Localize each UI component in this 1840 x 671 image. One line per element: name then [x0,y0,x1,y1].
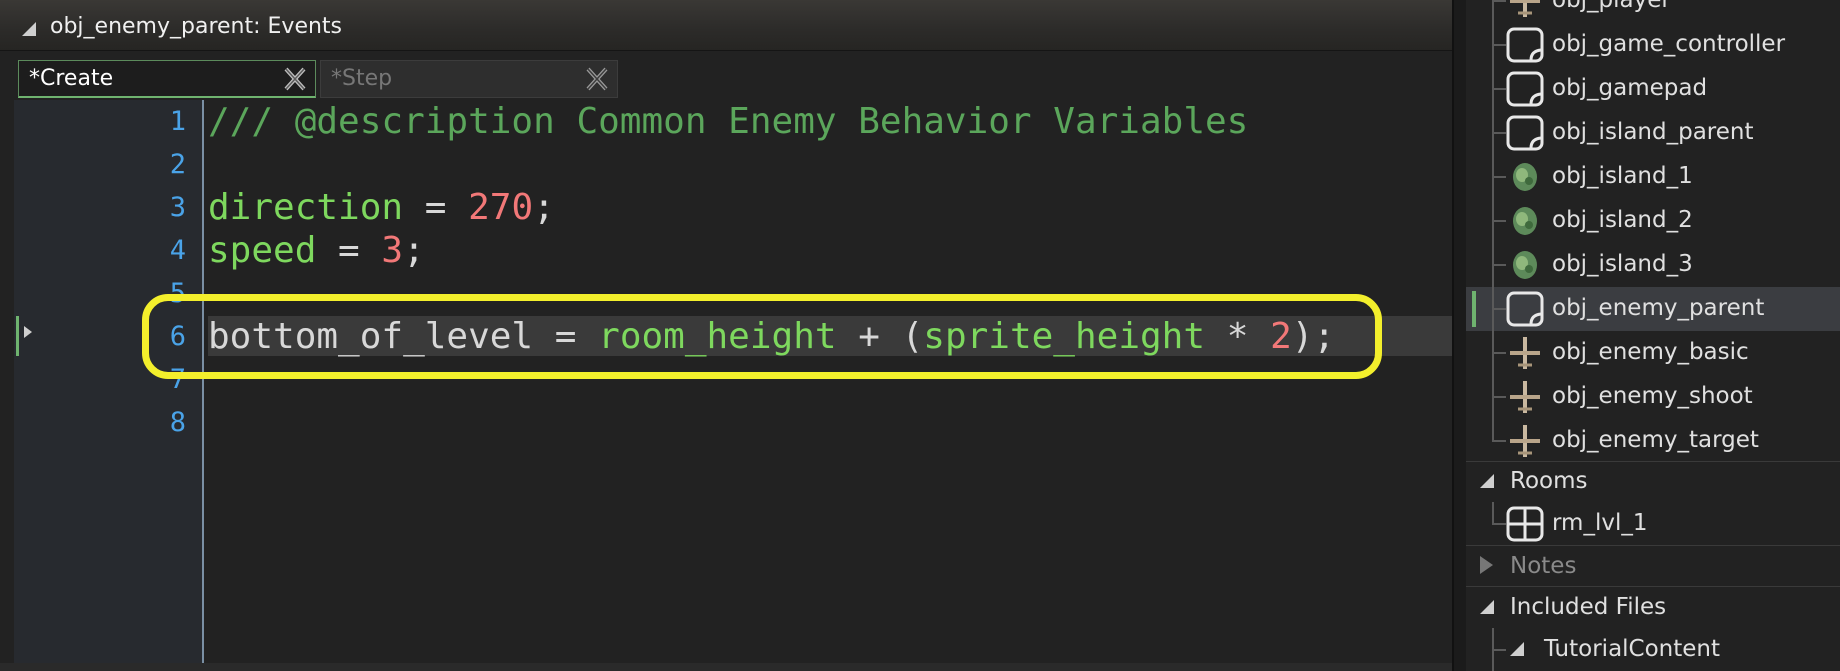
tree-item-label: obj_enemy_basic [1552,339,1749,365]
collapse-grip-icon[interactable] [22,22,36,36]
plane-sprite-icon [1510,381,1540,413]
island-sprite-icon [1513,163,1537,191]
code-token: ; [533,187,555,228]
line-number: 8 [169,407,186,438]
code-token: direction [208,187,404,228]
tree-connector [1492,176,1506,178]
tree-item-obj-enemy-shoot[interactable]: obj_enemy_shoot [1466,375,1840,419]
line-number: 4 [169,235,186,266]
tree-item-label: Notes [1510,553,1577,579]
code-token: speed [208,230,317,271]
tree-connector [1492,396,1506,398]
code-line: speed = 3; [208,229,425,273]
tree-item-label: obj_island_parent [1552,119,1754,145]
tree-item-label: obj_game_controller [1552,31,1786,57]
tree-group-tutorialcontent[interactable]: TutorialContent [1466,628,1840,671]
tree-item-obj-island-3[interactable]: obj_island_3 [1466,243,1840,287]
plane-sprite-icon [1510,0,1540,17]
tab-step-event[interactable]: *Step [320,60,618,98]
tree-connector [1492,132,1506,134]
tree-connector [1492,523,1506,525]
tree-item-label: obj_island_3 [1552,251,1693,277]
tab-label: *Step [331,66,393,91]
tree-item-label: obj_enemy_shoot [1552,383,1753,409]
tree-connector [1492,220,1506,222]
tree-item-obj-player[interactable]: obj_player [1466,0,1840,23]
tree-item-label: obj_player [1552,0,1671,13]
close-tab-icon[interactable] [583,64,611,94]
tree-item-label: obj_enemy_parent [1552,295,1765,321]
plane-sprite-icon [1510,337,1540,369]
tree-connector [1492,649,1506,651]
tree-connector [1492,419,1494,441]
event-tabs: *Create *Step [12,56,1442,98]
tree-item-rm-lvl-1[interactable]: rm_lvl_1 [1466,502,1840,546]
code-token: 3 [381,230,404,271]
tree-item-label: TutorialContent [1544,636,1721,662]
line-number: 3 [169,192,186,223]
editor-titlebar[interactable]: obj_enemy_parent: Events [0,0,1452,51]
tree-item-label: obj_enemy_target [1552,427,1759,453]
object-icon [1506,71,1544,107]
tab-label: *Create [29,66,114,91]
tree-item-obj-enemy-basic[interactable]: obj_enemy_basic [1466,331,1840,375]
room-icon [1506,506,1544,542]
annotation-highlight-box [142,294,1382,379]
tree-connector [1492,264,1506,266]
line-number-gutter: 12345678 [14,100,204,663]
tree-item-obj-island-1[interactable]: obj_island_1 [1466,155,1840,199]
code-token: 270 [468,187,534,228]
code-token: = [316,230,382,271]
tree-connector [1492,0,1506,2]
code-token: = [403,187,469,228]
object-icon [1506,291,1544,327]
expand-triangle-icon[interactable] [1510,642,1524,656]
expand-triangle-icon[interactable] [1480,600,1494,614]
tree-item-obj-game-controller[interactable]: obj_game_controller [1466,23,1840,67]
tree-item-obj-island-2[interactable]: obj_island_2 [1466,199,1840,243]
plane-sprite-icon [1510,425,1540,457]
tree-connector [1492,44,1506,46]
tree-item-obj-enemy-target[interactable]: obj_enemy_target [1466,419,1840,463]
tree-item-label: rm_lvl_1 [1552,510,1648,536]
object-icon [1506,115,1544,151]
close-tab-icon[interactable] [281,64,309,94]
tree-connector [1492,352,1506,354]
island-sprite-icon [1513,207,1537,235]
code-editor-window: obj_enemy_parent: Events *Create *Step 1… [0,0,1454,671]
tree-connector [1492,440,1506,442]
tab-create-event[interactable]: *Create [18,60,316,98]
code-token: ; [403,230,425,271]
tree-connector [1492,88,1506,90]
tree-item-label: Rooms [1510,468,1588,494]
tree-item-obj-enemy-parent[interactable]: obj_enemy_parent [1466,287,1840,331]
tree-item-label: obj_gamepad [1552,75,1708,101]
window-title: obj_enemy_parent: Events [50,14,343,39]
tree-group-included-files[interactable]: Included Files [1466,586,1840,628]
code-text-area[interactable]: 12345678 /// @description Common Enemy B… [14,100,1452,663]
object-icon [1506,27,1544,63]
line-number: 2 [169,149,186,180]
tree-item-label: obj_island_2 [1552,207,1693,233]
tree-item-label: Included Files [1510,594,1667,620]
code-line: /// @description Common Enemy Behavior V… [208,100,1248,144]
tree-connector [1492,308,1506,310]
code-line: direction = 270; [208,186,555,230]
tree-item-label: obj_island_1 [1552,163,1693,189]
expand-triangle-icon[interactable] [1480,474,1494,488]
line-number: 1 [169,106,186,137]
collapsed-triangle-icon[interactable] [1480,556,1493,574]
resource-tree-panel: obj_player obj_game_controller obj_gamepad… [1466,0,1840,671]
tree-connector [1492,0,1494,23]
tree-item-obj-gamepad[interactable]: obj_gamepad [1466,67,1840,111]
tree-connector [1492,502,1494,524]
island-sprite-icon [1513,251,1537,279]
tree-group-notes[interactable]: Notes [1466,545,1840,587]
editor-bottom-bar [0,663,1452,671]
code-token: /// @description Common Enemy Behavior V… [208,101,1249,142]
tree-item-obj-island-parent[interactable]: obj_island_parent [1466,111,1840,155]
tree-group-rooms[interactable]: Rooms [1466,460,1840,502]
